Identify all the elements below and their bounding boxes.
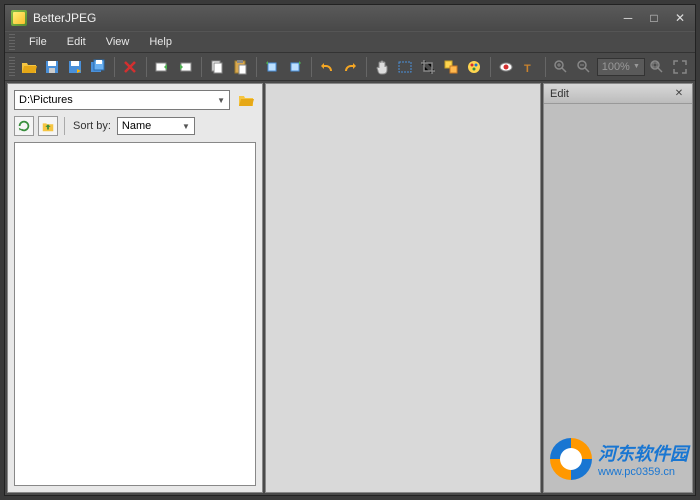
separator-icon <box>114 57 115 77</box>
dropdown-arrow-icon: ▼ <box>217 96 225 105</box>
up-folder-button[interactable] <box>38 116 58 136</box>
sort-value: Name <box>122 120 151 132</box>
prev-image-button[interactable] <box>152 56 173 78</box>
zoom-combo[interactable]: 100%▼ <box>597 58 645 76</box>
browse-folder-button[interactable] <box>236 91 256 109</box>
edit-panel: Edit ✕ <box>543 83 693 493</box>
zoom-out-button[interactable] <box>574 56 595 78</box>
app-icon <box>11 10 27 26</box>
window-controls: ─ □ ✕ <box>619 10 689 26</box>
maximize-button[interactable]: □ <box>645 10 663 26</box>
sort-row: Sort by: Name ▼ <box>8 114 262 142</box>
refresh-button[interactable] <box>14 116 34 136</box>
open-button[interactable] <box>19 56 40 78</box>
edit-panel-header: Edit ✕ <box>544 84 692 104</box>
rotate-left-button[interactable] <box>262 56 283 78</box>
edit-panel-close-button[interactable]: ✕ <box>672 87 686 101</box>
separator-icon <box>64 117 65 135</box>
path-text: D:\Pictures <box>19 94 73 106</box>
menu-edit[interactable]: Edit <box>57 34 96 50</box>
path-combo[interactable]: D:\Pictures ▼ <box>14 90 230 110</box>
paste-button[interactable] <box>230 56 251 78</box>
close-button[interactable]: ✕ <box>671 10 689 26</box>
separator-icon <box>545 57 546 77</box>
color-button[interactable] <box>464 56 485 78</box>
fullscreen-button[interactable] <box>670 56 691 78</box>
save-all-button[interactable] <box>88 56 109 78</box>
save-as-button[interactable] <box>65 56 86 78</box>
minimize-button[interactable]: ─ <box>619 10 637 26</box>
copy-button[interactable] <box>207 56 228 78</box>
undo-button[interactable] <box>317 56 338 78</box>
separator-icon <box>146 57 147 77</box>
titlebar: BetterJPEG ─ □ ✕ <box>5 5 695 31</box>
dropdown-arrow-icon: ▼ <box>182 122 190 131</box>
menu-file[interactable]: File <box>19 34 57 50</box>
sort-combo[interactable]: Name ▼ <box>117 117 195 135</box>
next-image-button[interactable] <box>175 56 196 78</box>
image-viewport[interactable] <box>265 83 541 493</box>
separator-icon <box>366 57 367 77</box>
path-row: D:\Pictures ▼ <box>8 84 262 114</box>
menubar: File Edit View Help <box>5 31 695 53</box>
file-list[interactable] <box>14 142 256 486</box>
app-window: BetterJPEG ─ □ ✕ File Edit View Help <box>4 4 696 496</box>
crop-button[interactable] <box>418 56 439 78</box>
browser-panel: D:\Pictures ▼ Sort by: Name ▼ <box>7 83 263 493</box>
redo-button[interactable] <box>340 56 361 78</box>
svg-text:T: T <box>524 63 531 75</box>
zoom-value: 100% <box>602 61 630 73</box>
pan-button[interactable] <box>372 56 393 78</box>
redeye-button[interactable] <box>496 56 517 78</box>
separator-icon <box>311 57 312 77</box>
app-title: BetterJPEG <box>33 11 619 25</box>
separator-icon <box>490 57 491 77</box>
content-area: D:\Pictures ▼ Sort by: Name ▼ Edit <box>5 81 695 495</box>
delete-button[interactable] <box>120 56 141 78</box>
select-button[interactable] <box>395 56 416 78</box>
menu-help[interactable]: Help <box>139 34 182 50</box>
toolbar: T 100%▼ <box>5 53 695 81</box>
resize-button[interactable] <box>441 56 462 78</box>
menubar-grip-icon <box>9 34 15 50</box>
rotate-right-button[interactable] <box>285 56 306 78</box>
separator-icon <box>256 57 257 77</box>
zoom-in-button[interactable] <box>551 56 572 78</box>
toolbar-grip-icon <box>9 57 15 77</box>
zoom-fit-button[interactable] <box>647 56 668 78</box>
separator-icon <box>201 57 202 77</box>
edit-panel-title: Edit <box>550 88 569 100</box>
save-button[interactable] <box>42 56 63 78</box>
text-button[interactable]: T <box>519 56 540 78</box>
sort-by-label: Sort by: <box>73 120 111 132</box>
menu-view[interactable]: View <box>96 34 140 50</box>
edit-panel-body <box>544 104 692 492</box>
